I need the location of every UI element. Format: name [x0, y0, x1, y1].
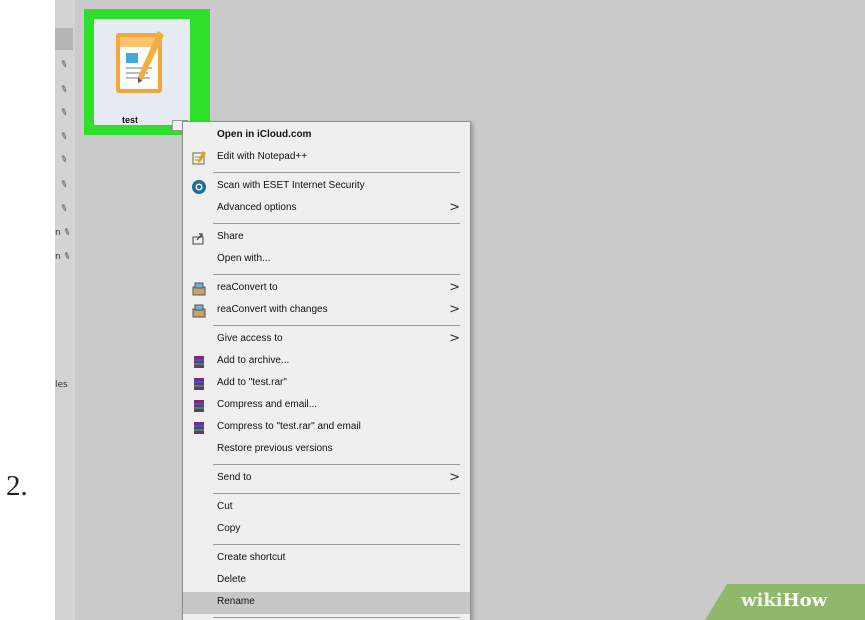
file-name: test — [121, 115, 138, 125]
pin-icon: ✎ — [58, 154, 70, 166]
pin-icon: ✎ — [58, 59, 70, 71]
menu-item-label: Edit with Notepad++ — [217, 151, 308, 162]
menu-item-label: Compress to "test.rar" and email — [217, 421, 361, 432]
menu-item-label: Send to — [217, 472, 252, 483]
menu-item-add-to-archive[interactable]: Add to archive... — [183, 351, 470, 373]
menu-item-open-with[interactable]: Open with... — [183, 249, 470, 271]
nav-item-fragment[interactable]: n — [55, 228, 61, 238]
menu-item-compress-and-email[interactable]: Compress and email... — [183, 395, 470, 417]
menu-item-advanced-options[interactable]: Advanced options > — [183, 198, 470, 220]
menu-item-delete[interactable]: Delete — [183, 570, 470, 592]
menu-item-open-in-icloud[interactable]: Open in iCloud.com — [183, 125, 470, 147]
menu-item-label: Delete — [217, 574, 246, 585]
step-number: 2. — [6, 470, 28, 502]
winrar-icon — [194, 422, 204, 434]
menu-item-compress-to-test-rar-and-email[interactable]: Compress to "test.rar" and email — [183, 417, 470, 439]
menu-item-share[interactable]: Share — [183, 227, 470, 249]
menu-item-label: Cut — [217, 501, 233, 512]
menu-separator — [213, 223, 460, 224]
nav-selected-item[interactable] — [55, 28, 73, 50]
winrar-icon — [194, 356, 204, 368]
menu-item-label: Copy — [217, 523, 241, 534]
submenu-arrow-icon: > — [449, 200, 460, 215]
menu-item-scan-eset[interactable]: Scan with ESET Internet Security — [183, 176, 470, 198]
pin-icon: ✎ — [58, 131, 70, 143]
pin-icon: ✎ — [58, 84, 70, 96]
menu-item-label: Advanced options — [217, 202, 297, 213]
submenu-arrow-icon: > — [449, 302, 460, 317]
watermark-text: wikiHow — [741, 590, 827, 611]
menu-item-send-to[interactable]: Send to > — [183, 468, 470, 490]
nav-item-fragment[interactable]: n — [55, 252, 61, 262]
menu-separator — [213, 172, 460, 173]
pin-icon: ✎ — [58, 107, 70, 119]
menu-separator — [213, 274, 460, 275]
winrar-icon — [194, 378, 204, 390]
menu-item-label: Rename — [217, 596, 255, 607]
selected-file-highlight[interactable]: test — [84, 9, 210, 135]
menu-separator — [213, 325, 460, 326]
file-item[interactable]: test — [94, 19, 190, 131]
menu-item-label: Add to "test.rar" — [217, 377, 287, 388]
menu-item-add-to-test-rar[interactable]: Add to "test.rar" — [183, 373, 470, 395]
menu-item-label: Add to archive... — [217, 355, 290, 366]
reaconvert-icon — [192, 304, 206, 318]
menu-item-label: Compress and email... — [217, 399, 318, 410]
menu-item-label: Open with... — [217, 253, 271, 264]
submenu-arrow-icon: > — [449, 331, 460, 346]
menu-item-label: Scan with ESET Internet Security — [217, 180, 365, 191]
pin-icon: ✎ — [58, 179, 70, 191]
menu-item-reaconvert-with-changes[interactable]: reaConvert with changes > — [183, 300, 470, 322]
menu-item-rename[interactable]: Rename — [183, 592, 470, 614]
submenu-arrow-icon: > — [449, 280, 460, 295]
reaconvert-icon — [192, 282, 206, 296]
pin-icon: ✎ — [61, 251, 73, 263]
menu-item-label: reaConvert with changes — [217, 304, 328, 315]
menu-item-reaconvert-to[interactable]: reaConvert to > — [183, 278, 470, 300]
pin-icon: ✎ — [61, 227, 73, 239]
menu-item-label: reaConvert to — [217, 282, 278, 293]
menu-item-copy[interactable]: Copy — [183, 519, 470, 541]
explorer-screenshot: ✎ ✎ ✎ ✎ ✎ ✎ ✎ n ✎ n ✎ les test Open in i… — [55, 0, 865, 620]
context-menu: Open in iCloud.com Edit with Notepad++ S… — [182, 121, 471, 620]
nav-item-fragment[interactable]: les — [55, 380, 68, 390]
menu-item-give-access-to[interactable]: Give access to > — [183, 329, 470, 351]
watermark-how: How — [782, 590, 828, 611]
menu-separator — [213, 544, 460, 545]
navigation-pane: ✎ ✎ ✎ ✎ ✎ ✎ ✎ n ✎ n ✎ les — [55, 0, 75, 620]
menu-separator — [213, 617, 460, 618]
menu-separator — [213, 464, 460, 465]
pin-icon: ✎ — [58, 203, 70, 215]
menu-item-label: Give access to — [217, 333, 283, 344]
menu-item-label: Restore previous versions — [217, 443, 333, 454]
menu-item-restore-previous-versions[interactable]: Restore previous versions — [183, 439, 470, 461]
notepad-icon — [192, 151, 206, 165]
watermark-wiki: wiki — [741, 590, 783, 611]
wikihow-watermark: wikiHow — [705, 584, 865, 620]
menu-item-create-shortcut[interactable]: Create shortcut — [183, 548, 470, 570]
submenu-arrow-icon: > — [449, 470, 460, 485]
menu-item-label: Open in iCloud.com — [217, 129, 312, 140]
menu-item-edit-with-notepad[interactable]: Edit with Notepad++ — [183, 147, 470, 169]
menu-separator — [213, 493, 460, 494]
winrar-icon — [194, 400, 204, 412]
menu-item-label: Share — [217, 231, 244, 242]
eset-icon — [192, 180, 206, 194]
share-icon — [192, 233, 204, 245]
pages-document-icon — [116, 31, 164, 93]
menu-item-label: Create shortcut — [217, 552, 286, 563]
menu-item-cut[interactable]: Cut — [183, 497, 470, 519]
